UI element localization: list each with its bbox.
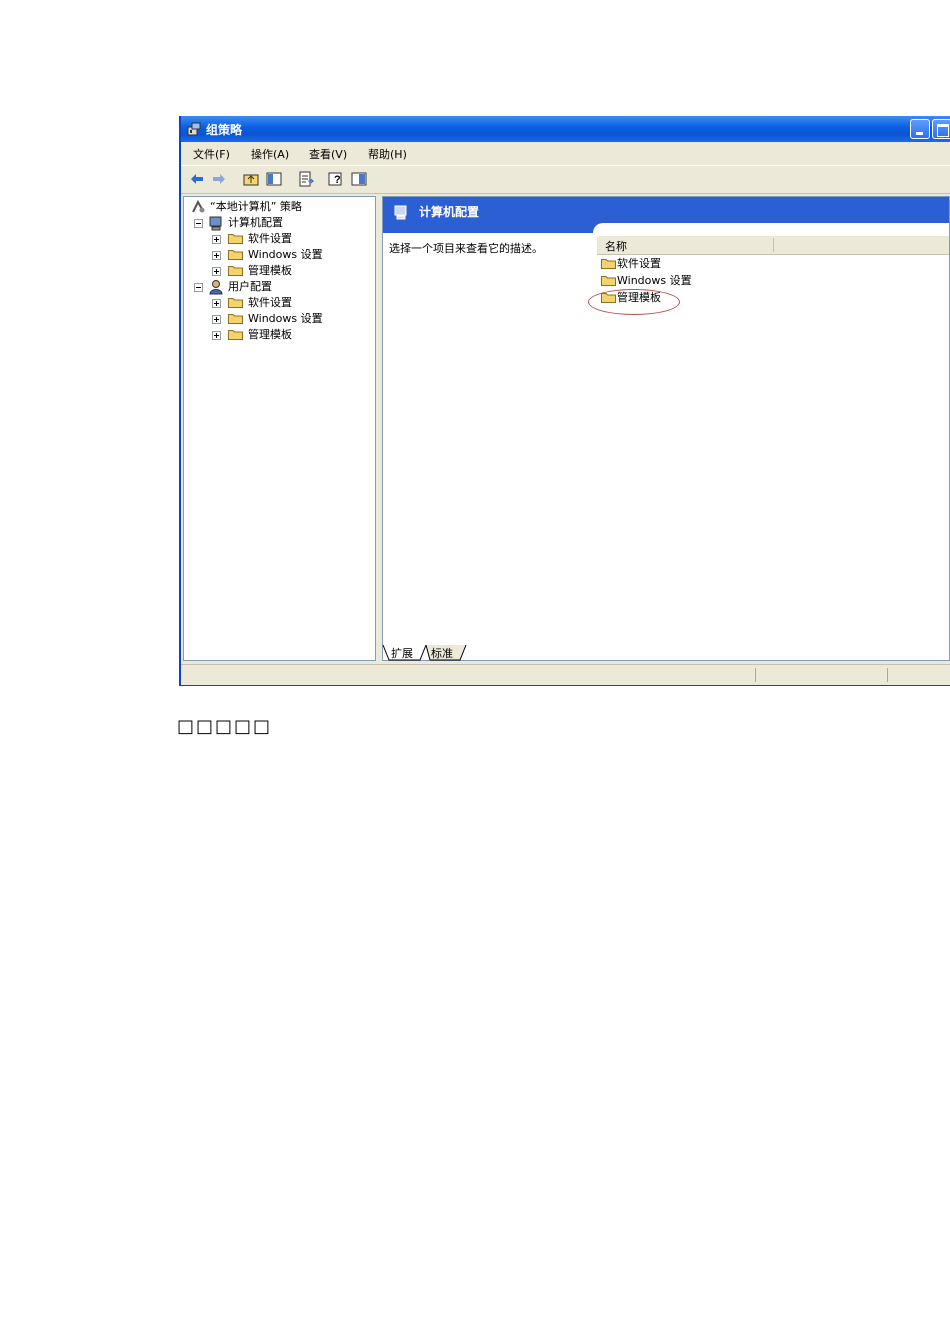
list-column-header: 名称 — [597, 236, 949, 255]
export-list-icon[interactable] — [297, 170, 315, 188]
expand-icon[interactable] — [212, 251, 221, 260]
column-name[interactable]: 名称 — [605, 238, 627, 254]
expand-icon[interactable] — [212, 235, 221, 244]
menu-file[interactable]: 文件(F) — [193, 146, 230, 162]
collapse-icon[interactable] — [194, 283, 203, 292]
menu-view[interactable]: 查看(V) — [309, 146, 347, 162]
header-curve — [593, 223, 949, 233]
expand-icon[interactable] — [212, 267, 221, 276]
tree-label: 软件设置 — [248, 232, 292, 245]
tab-extended[interactable]: 扩展 — [391, 645, 413, 661]
help-icon[interactable]: ? — [327, 170, 345, 188]
folder-icon — [228, 234, 243, 244]
console-tree-icon[interactable] — [350, 170, 368, 188]
policy-root-icon — [192, 199, 205, 213]
description-text: 选择一个项目来查看它的描述。 — [389, 242, 543, 255]
back-icon[interactable] — [188, 170, 206, 188]
tree-label: 计算机配置 — [228, 216, 283, 229]
computer-icon — [394, 205, 407, 220]
toolbar: ? — [181, 165, 950, 194]
folder-icon — [228, 314, 243, 324]
tree-label: 软件设置 — [248, 296, 292, 309]
menu-bar: 文件(F) 操作(A) 查看(V) 帮助(H) — [181, 142, 950, 164]
expand-icon[interactable] — [212, 299, 221, 308]
title-bar[interactable]: 组策略 — [181, 116, 950, 142]
column-divider[interactable] — [773, 238, 774, 252]
tree-label: Windows 设置 — [248, 312, 323, 325]
group-policy-window: 组策略 文件(F) 操作(A) 查看(V) 帮助(H) ? “本地计算机” 策略… — [179, 116, 950, 686]
view-tabs: 扩展 标准 — [382, 644, 950, 661]
folder-icon — [601, 259, 616, 269]
expand-icon[interactable] — [212, 315, 221, 324]
folder-icon — [228, 250, 243, 260]
tree-root-label: “本地计算机” 策略 — [210, 200, 302, 213]
tree-label: 用户配置 — [228, 280, 272, 293]
user-icon — [209, 280, 223, 295]
list-item-label: Windows 设置 — [617, 274, 692, 287]
details-pane: 计算机配置 选择一个项目来查看它的描述。 名称 软件设置 Windows 设置 … — [382, 196, 950, 661]
folder-icon — [228, 266, 243, 276]
status-cell — [887, 668, 948, 682]
group-policy-app-icon — [187, 122, 201, 136]
status-cell — [755, 668, 886, 682]
console-tree[interactable]: “本地计算机” 策略 计算机配置 软件设置 Windows 设置 管理模板 用户… — [183, 196, 376, 661]
caption-text: □□□□□ — [177, 716, 272, 737]
forward-icon[interactable] — [210, 170, 228, 188]
minimize-button[interactable] — [910, 119, 930, 139]
computer-icon — [209, 216, 222, 231]
svg-text:?: ? — [334, 174, 341, 186]
up-folder-icon[interactable] — [242, 170, 260, 188]
tab-standard[interactable]: 标准 — [431, 645, 453, 661]
collapse-icon[interactable] — [194, 219, 203, 228]
menu-action[interactable]: 操作(A) — [251, 146, 289, 162]
tree-label: 管理模板 — [248, 328, 292, 341]
menu-help[interactable]: 帮助(H) — [368, 146, 407, 162]
folder-icon — [601, 276, 616, 286]
highlight-ellipse — [588, 289, 680, 315]
caption-placeholder-glyphs: □□□□□ — [177, 716, 273, 737]
folder-icon — [228, 330, 243, 340]
status-bar — [181, 664, 950, 685]
details-title: 计算机配置 — [419, 205, 480, 219]
maximize-button[interactable] — [932, 119, 950, 139]
window-title: 组策略 — [206, 123, 243, 137]
details-header: 计算机配置 — [383, 197, 949, 233]
expand-icon[interactable] — [212, 331, 221, 340]
folder-icon — [228, 298, 243, 308]
show-hide-tree-icon[interactable] — [265, 170, 283, 188]
list-item-label: 软件设置 — [617, 257, 661, 270]
tree-label: Windows 设置 — [248, 248, 323, 261]
tree-label: 管理模板 — [248, 264, 292, 277]
